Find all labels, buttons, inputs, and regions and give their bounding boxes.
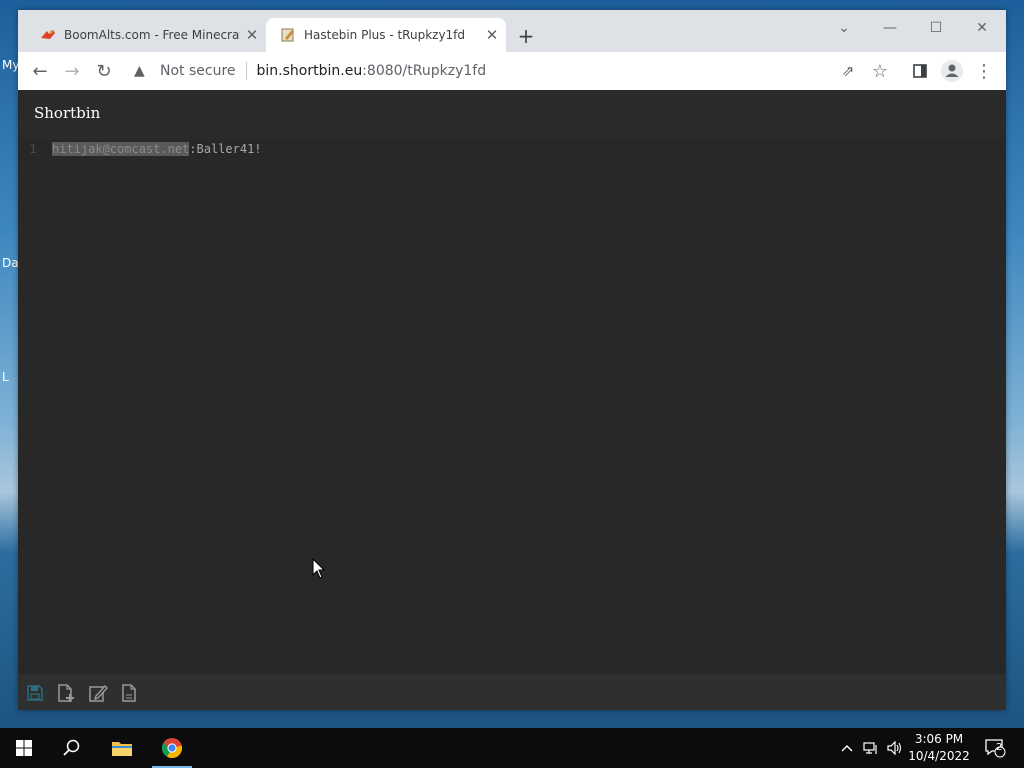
save-icon[interactable]: [24, 682, 46, 704]
network-icon[interactable]: [860, 728, 882, 768]
tab-search-icon[interactable]: ⌄: [824, 14, 864, 42]
site-brand[interactable]: Shortbin: [34, 104, 100, 122]
line-number: 1: [29, 142, 37, 156]
tab-title: Hastebin Plus - tRupkzy1fd: [304, 28, 466, 42]
taskbar: 3:06 PM 10/4/2022 2: [0, 728, 1024, 768]
browser-window: BoomAlts.com - Free Minecraft A ✕ Hasteb…: [18, 10, 1006, 710]
minimize-button[interactable]: —: [870, 14, 910, 42]
code-line[interactable]: 1 hitijak@comcast.net:Baller41!: [18, 140, 262, 158]
forward-icon[interactable]: →: [58, 57, 86, 85]
url-path: :8080/tRupkzy1fd: [362, 63, 487, 79]
new-document-icon[interactable]: [55, 682, 77, 704]
close-tab-icon[interactable]: ✕: [244, 26, 260, 44]
code-editor[interactable]: 1 hitijak@comcast.net:Baller41!: [18, 140, 1006, 674]
security-status[interactable]: Not secure: [160, 63, 236, 79]
tab-hastebin[interactable]: Hastebin Plus - tRupkzy1fd ✕: [266, 18, 506, 52]
selected-text[interactable]: hitijak@comcast.net: [52, 142, 190, 156]
reload-icon[interactable]: ↻: [90, 57, 118, 85]
side-panel-icon[interactable]: [906, 57, 934, 85]
desktop-icon-label: My: [2, 58, 20, 72]
mouse-cursor-icon: [312, 557, 326, 584]
menu-kebab-icon[interactable]: ⋮: [970, 57, 998, 85]
action-bar: [18, 674, 1006, 710]
address-separator: [245, 62, 247, 80]
start-windows-icon[interactable]: [0, 728, 48, 768]
desktop-icon-label: Da: [2, 256, 19, 270]
taskbar-clock[interactable]: 3:06 PM 10/4/2022: [902, 731, 976, 765]
bookmark-star-icon[interactable]: ☆: [866, 57, 894, 85]
warning-icon: ▲: [134, 63, 145, 79]
clock-date: 10/4/2022: [908, 749, 970, 763]
page-header: Shortbin: [18, 90, 1006, 140]
close-window-button[interactable]: ✕: [962, 14, 1002, 42]
clock-time: 3:06 PM: [914, 732, 964, 746]
desktop-icon-label: L: [2, 370, 9, 384]
profile-avatar-icon[interactable]: [938, 57, 966, 85]
raw-file-icon[interactable]: [118, 682, 140, 704]
file-explorer-icon[interactable]: [98, 728, 146, 768]
new-tab-button[interactable]: +: [514, 24, 538, 48]
tab-boomalts[interactable]: BoomAlts.com - Free Minecraft A ✕: [26, 18, 266, 52]
notification-center-icon[interactable]: 2: [980, 728, 1010, 768]
edit-icon[interactable]: [87, 682, 109, 704]
search-icon[interactable]: [48, 728, 96, 768]
back-icon[interactable]: ←: [26, 57, 54, 85]
boomalts-favicon-icon: [40, 27, 56, 43]
tab-title: BoomAlts.com - Free Minecraft A: [64, 28, 240, 42]
notification-count: 2: [996, 742, 1003, 753]
browser-toolbar: ← → ↻ ▲ Not secure bin.shortbin.eu:8080/…: [18, 52, 1006, 90]
shortbin-page: Shortbin 1 hitijak@comcast.net:Baller41!: [18, 90, 1006, 710]
close-tab-icon[interactable]: ✕: [484, 26, 500, 44]
url-host: bin.shortbin.eu: [256, 63, 363, 79]
maximize-button[interactable]: ☐: [916, 14, 956, 42]
tab-strip: BoomAlts.com - Free Minecraft A ✕ Hasteb…: [18, 10, 1006, 52]
address-bar[interactable]: ▲ Not secure bin.shortbin.eu:8080/tRupkz…: [126, 56, 890, 86]
chrome-icon[interactable]: [148, 728, 196, 768]
line-text[interactable]: :Baller41!: [189, 142, 261, 156]
share-icon[interactable]: ⇗: [834, 57, 862, 85]
chevron-up-icon[interactable]: [838, 728, 856, 768]
hastebin-favicon-icon: [280, 27, 296, 43]
